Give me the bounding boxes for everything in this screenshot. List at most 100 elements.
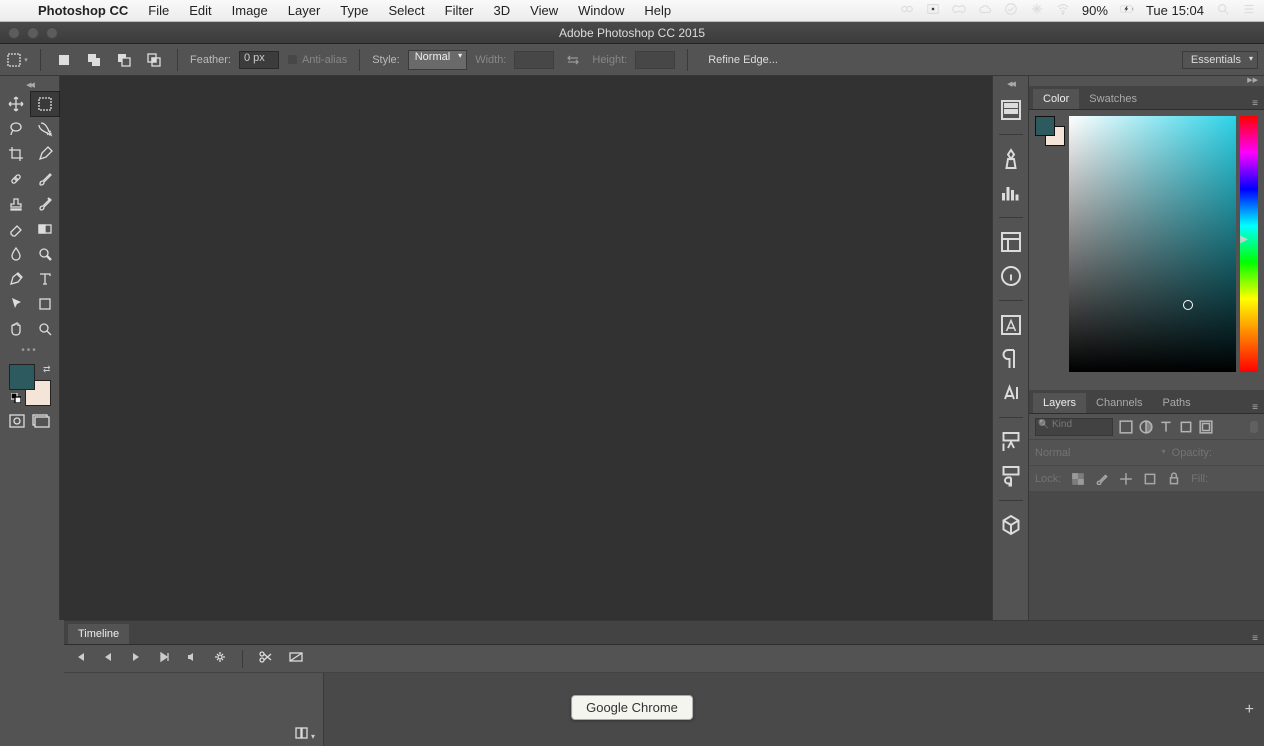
swap-colors-icon[interactable]: ⇄ [43, 364, 51, 375]
color-field[interactable] [1069, 116, 1236, 372]
record-icon[interactable] [926, 2, 940, 19]
refine-edge-button[interactable]: Refine Edge... [700, 52, 786, 68]
glyphs-panel-icon[interactable] [999, 381, 1023, 405]
shape-tool[interactable] [31, 292, 59, 316]
style-select[interactable]: Normal▾ [408, 50, 467, 70]
crop-tool[interactable] [2, 142, 30, 166]
marquee-tool[interactable] [31, 92, 59, 116]
app-name[interactable]: Photoshop CC [28, 3, 138, 18]
panel-foreground-swatch[interactable] [1035, 116, 1055, 136]
para-styles-icon[interactable] [999, 464, 1023, 488]
feather-input[interactable]: 0 px [239, 51, 279, 69]
gradient-tool[interactable] [31, 217, 59, 241]
lock-all-icon[interactable] [1167, 472, 1181, 486]
current-tool-icon[interactable]: ▾ [6, 49, 28, 71]
tool-flyout-indicator[interactable]: ••• [0, 343, 59, 358]
filter-toggle[interactable] [1250, 421, 1258, 433]
quick-select-tool[interactable] [31, 117, 59, 141]
workspace-chooser[interactable]: Essentials▾ [1182, 51, 1258, 69]
notifications-icon[interactable] [1242, 2, 1256, 19]
filter-pixel-icon[interactable] [1119, 420, 1133, 434]
menu-select[interactable]: Select [378, 3, 434, 18]
layer-filter-select[interactable]: Kind [1035, 418, 1113, 436]
transition-icon[interactable] [289, 651, 303, 666]
pen-tool[interactable] [2, 267, 30, 291]
stamp-tool[interactable] [2, 192, 30, 216]
layers-tab[interactable]: Layers [1033, 393, 1086, 413]
new-selection-icon[interactable] [53, 49, 75, 71]
blur-tool[interactable] [2, 242, 30, 266]
info-panel-icon[interactable] [999, 264, 1023, 288]
menu-window[interactable]: Window [568, 3, 634, 18]
filter-adjust-icon[interactable] [1139, 420, 1153, 434]
screen-mode-icon[interactable] [32, 414, 50, 431]
lock-pixels-icon[interactable] [1095, 472, 1109, 486]
layers-panel-menu-icon[interactable]: ≡ [1246, 402, 1264, 413]
timeline-mode-toggle-icon[interactable]: ▾ [295, 727, 315, 742]
paragraph-panel-icon[interactable] [999, 347, 1023, 371]
filter-type-icon[interactable] [1159, 420, 1173, 434]
spotlight-icon[interactable] [1216, 2, 1230, 19]
timeline-menu-icon[interactable]: ≡ [1246, 633, 1264, 644]
eraser-tool[interactable] [2, 217, 30, 241]
type-tool[interactable] [31, 267, 59, 291]
strip-expand-handle[interactable]: ◀◀ [1007, 80, 1014, 88]
battery-percent[interactable]: 90% [1082, 3, 1108, 18]
subtract-selection-icon[interactable] [113, 49, 135, 71]
apple-menu-icon[interactable] [8, 3, 28, 18]
brush-tool[interactable] [31, 167, 59, 191]
menu-view[interactable]: View [520, 3, 568, 18]
color-panel-menu-icon[interactable]: ≡ [1246, 98, 1264, 109]
color-tab[interactable]: Color [1033, 89, 1079, 109]
filter-shape-icon[interactable] [1179, 420, 1193, 434]
lock-trans-icon[interactable] [1071, 472, 1085, 486]
menu-help[interactable]: Help [634, 3, 681, 18]
dodge-tool[interactable] [31, 242, 59, 266]
cc-icon[interactable] [952, 2, 966, 19]
eyedropper-tool[interactable] [31, 142, 59, 166]
menu-file[interactable]: File [138, 3, 179, 18]
prev-frame-icon[interactable] [102, 651, 114, 666]
lock-position-icon[interactable] [1119, 472, 1133, 486]
properties-panel-icon[interactable] [999, 230, 1023, 254]
move-tool[interactable] [2, 92, 30, 116]
color-picker-ring[interactable] [1183, 300, 1193, 310]
cloud-icon[interactable] [978, 2, 992, 19]
3d-panel-icon[interactable] [999, 513, 1023, 537]
healing-tool[interactable] [2, 167, 30, 191]
add-selection-icon[interactable] [83, 49, 105, 71]
mute-icon[interactable] [186, 651, 198, 666]
zoom-tool[interactable] [31, 317, 59, 341]
first-frame-icon[interactable] [74, 651, 86, 666]
intersect-selection-icon[interactable] [143, 49, 165, 71]
char-styles-icon[interactable] [999, 430, 1023, 454]
histogram-icon[interactable] [999, 181, 1023, 205]
wifi-icon[interactable] [1056, 2, 1070, 19]
default-colors-icon[interactable] [11, 392, 21, 406]
panels-collapse-handle[interactable]: ▶▶ [1247, 76, 1258, 86]
paths-tab[interactable]: Paths [1153, 393, 1201, 413]
check-icon[interactable] [1004, 2, 1018, 19]
play-icon[interactable] [130, 651, 142, 666]
character-panel-icon[interactable] [999, 313, 1023, 337]
next-frame-icon[interactable] [158, 651, 170, 666]
brush-presets-icon[interactable] [999, 147, 1023, 171]
menu-type[interactable]: Type [330, 3, 378, 18]
palette-collapse-handle[interactable] [0, 80, 59, 90]
menu-filter[interactable]: Filter [435, 3, 484, 18]
split-clip-icon[interactable] [259, 651, 273, 666]
menu-layer[interactable]: Layer [278, 3, 331, 18]
blend-mode-select[interactable]: Normal ▾ [1035, 447, 1166, 459]
add-media-icon[interactable]: + [1245, 701, 1254, 719]
sync-icon[interactable] [900, 2, 914, 19]
menu-image[interactable]: Image [222, 3, 278, 18]
history-brush-tool[interactable] [31, 192, 59, 216]
quick-mask-icon[interactable] [9, 414, 25, 431]
timeline-settings-icon[interactable] [214, 651, 226, 666]
hand-tool[interactable] [2, 317, 30, 341]
divvy-icon[interactable] [1030, 2, 1044, 19]
timeline-tab[interactable]: Timeline [68, 624, 129, 644]
swatches-tab[interactable]: Swatches [1079, 89, 1147, 109]
history-panel-icon[interactable] [999, 98, 1023, 122]
channels-tab[interactable]: Channels [1086, 393, 1152, 413]
